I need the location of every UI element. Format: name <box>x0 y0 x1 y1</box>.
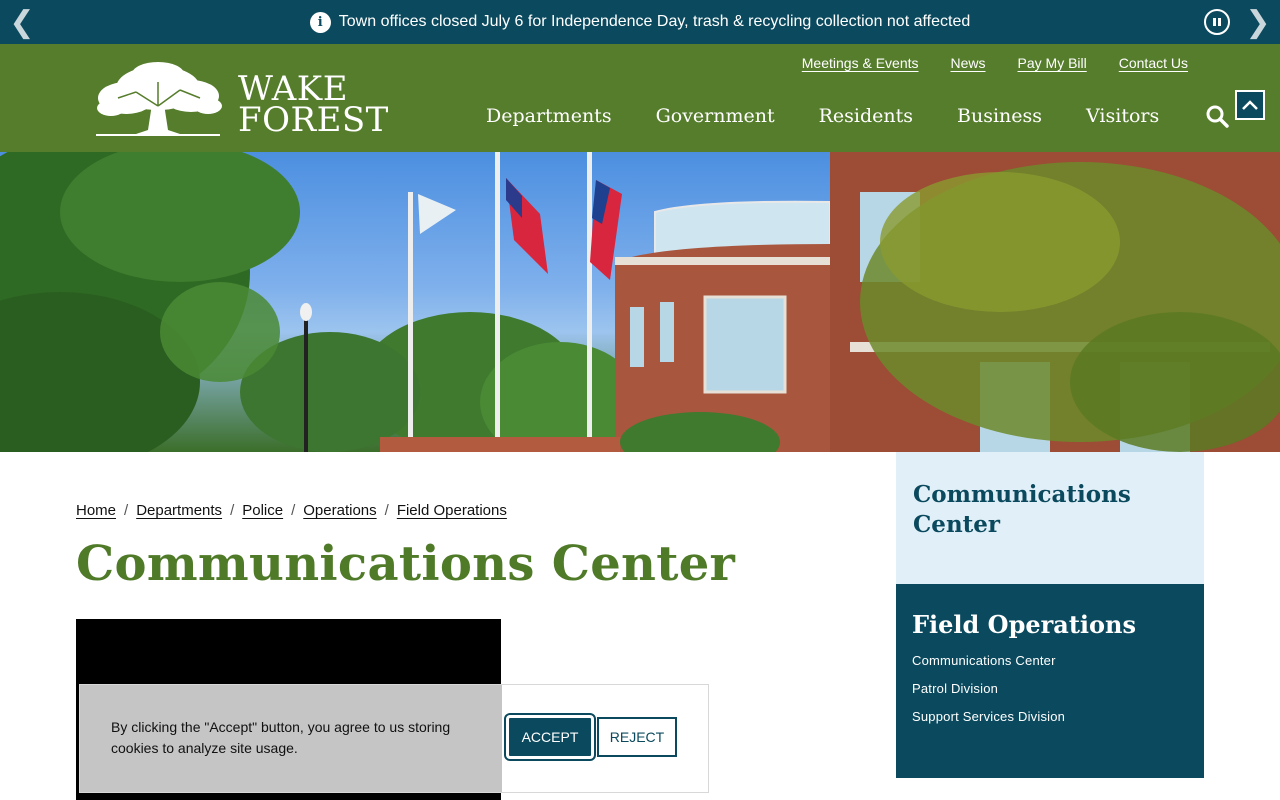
nav-departments[interactable]: Departments <box>486 105 612 127</box>
alert-message-wrap[interactable]: i Town offices closed July 6 for Indepen… <box>0 0 1280 44</box>
breadcrumb-departments[interactable]: Departments <box>136 502 222 519</box>
cookie-message: By clicking the "Accept" button, you agr… <box>111 719 451 756</box>
pause-button[interactable] <box>1204 9 1230 35</box>
nav-residents[interactable]: Residents <box>819 105 913 127</box>
nav-visitors[interactable]: Visitors <box>1086 105 1159 127</box>
scroll-to-top-button[interactable] <box>1235 90 1265 120</box>
info-icon: i <box>309 11 331 33</box>
nav-business[interactable]: Business <box>957 105 1042 127</box>
oak-tree-logo-icon <box>96 62 222 136</box>
sidebar-link-communications-center[interactable]: Communications Center <box>912 653 1188 668</box>
reject-button[interactable]: REJECT <box>597 717 677 757</box>
breadcrumb-operations[interactable]: Operations <box>303 502 376 519</box>
main-nav: Departments Government Residents Busines… <box>486 104 1229 128</box>
site-logo[interactable]: WAKE FOREST <box>96 60 389 140</box>
sidebar-link-support-services-division[interactable]: Support Services Division <box>912 709 1188 724</box>
sidebar-section-title[interactable]: Field Operations <box>912 610 1188 639</box>
cookie-consent-banner: By clicking the "Accept" button, you agr… <box>79 684 709 793</box>
breadcrumb-field-operations[interactable]: Field Operations <box>397 502 507 519</box>
breadcrumb-separator: / <box>291 502 296 519</box>
cookie-text-area: By clicking the "Accept" button, you agr… <box>80 685 502 792</box>
nav-government[interactable]: Government <box>656 105 775 127</box>
chevron-up-icon <box>1242 100 1258 110</box>
breadcrumb-separator: / <box>124 502 129 519</box>
breadcrumb: Home / Departments / Police / Operations… <box>76 502 507 519</box>
hero-image <box>0 152 1280 452</box>
nav-news[interactable]: News <box>951 55 986 71</box>
town-hall-photo <box>0 152 1280 452</box>
logo-wordmark: WAKE FOREST <box>238 72 389 140</box>
sidebar-current-page: Communications Center <box>896 452 1204 584</box>
utility-nav: Meetings & Events News Pay My Bill Conta… <box>802 55 1188 71</box>
breadcrumb-home[interactable]: Home <box>76 502 116 519</box>
accept-button[interactable]: ACCEPT <box>504 713 596 761</box>
breadcrumb-police[interactable]: Police <box>242 502 283 519</box>
logo-line-2: FOREST <box>238 100 389 140</box>
site-header: WAKE FOREST Meetings & Events News Pay M… <box>0 44 1280 152</box>
nav-pay-my-bill[interactable]: Pay My Bill <box>1018 55 1087 71</box>
nav-meetings-events[interactable]: Meetings & Events <box>802 55 919 71</box>
nav-contact-us[interactable]: Contact Us <box>1119 55 1188 71</box>
sidebar-current-title: Communications Center <box>913 481 1131 538</box>
search-icon[interactable] <box>1205 104 1229 128</box>
sidebar-section-nav: Field Operations Communications Center P… <box>896 584 1204 778</box>
sidebar-link-patrol-division[interactable]: Patrol Division <box>912 681 1188 696</box>
page-title: Communications Center <box>76 536 736 592</box>
breadcrumb-separator: / <box>230 502 235 519</box>
breadcrumb-separator: / <box>384 502 389 519</box>
pause-icon <box>1213 18 1216 26</box>
alert-message[interactable]: Town offices closed July 6 for Independe… <box>339 13 970 31</box>
chevron-right-icon[interactable]: ❯ <box>1236 0 1280 44</box>
alert-bar: ❮ i Town offices closed July 6 for Indep… <box>0 0 1280 44</box>
